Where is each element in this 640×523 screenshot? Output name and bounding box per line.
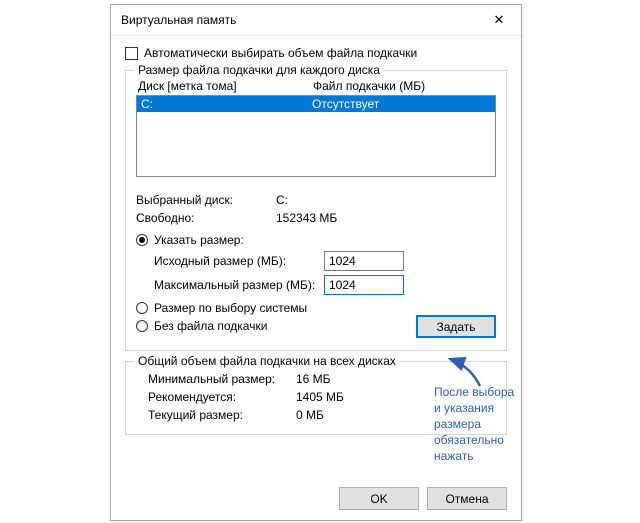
initial-size-label: Исходный размер (МБ): bbox=[154, 254, 324, 268]
virtual-memory-dialog: Виртуальная память ✕ Автоматически выбир… bbox=[110, 4, 522, 521]
cur-size-row: Текущий размер: 0 МБ bbox=[136, 406, 496, 424]
radio-no-paging-input[interactable] bbox=[136, 320, 148, 332]
titlebar: Виртуальная память ✕ bbox=[111, 5, 521, 36]
radio-custom-size-input[interactable] bbox=[136, 234, 148, 246]
selected-drive-row: Выбранный диск: C: bbox=[136, 191, 496, 209]
selected-drive-label: Выбранный диск: bbox=[136, 191, 276, 209]
cur-size-value: 0 МБ bbox=[296, 406, 496, 424]
drive-listbox[interactable]: C: Отсутствует bbox=[136, 95, 496, 177]
set-button[interactable]: Задать bbox=[416, 315, 496, 338]
min-size-value: 16 МБ bbox=[296, 370, 496, 388]
drive-list-headers: Диск [метка тома] Файл подкачки (МБ) bbox=[136, 79, 496, 93]
min-size-row: Минимальный размер: 16 МБ bbox=[136, 370, 496, 388]
radio-custom-size-label: Указать размер: bbox=[154, 233, 244, 247]
cancel-button[interactable]: Отмена bbox=[427, 487, 507, 510]
radio-system-managed-input[interactable] bbox=[136, 302, 148, 314]
rec-size-row: Рекомендуется: 1405 МБ bbox=[136, 388, 496, 406]
per-drive-legend: Размер файла подкачки для каждого диска bbox=[134, 63, 384, 77]
list-item[interactable]: C: Отсутствует bbox=[137, 96, 495, 112]
max-size-row: Максимальный размер (МБ): bbox=[136, 275, 496, 295]
initial-size-row: Исходный размер (МБ): bbox=[136, 251, 496, 271]
radio-no-paging-label: Без файла подкачки bbox=[154, 319, 267, 333]
header-drive: Диск [метка тома] bbox=[138, 79, 313, 93]
free-space-label: Свободно: bbox=[136, 209, 276, 227]
selected-drive-value: C: bbox=[276, 191, 496, 209]
total-legend: Общий объем файла подкачки на всех диска… bbox=[134, 354, 400, 368]
radio-system-managed-label: Размер по выбору системы bbox=[154, 301, 307, 315]
per-drive-group: Размер файла подкачки для каждого диска … bbox=[125, 70, 507, 351]
ok-button[interactable]: OK bbox=[339, 487, 419, 510]
dialog-title: Виртуальная память bbox=[121, 13, 236, 27]
auto-manage-label: Автоматически выбирать объем файла подка… bbox=[144, 46, 417, 60]
header-paging: Файл подкачки (МБ) bbox=[313, 79, 494, 93]
cur-size-label: Текущий размер: bbox=[148, 406, 296, 424]
total-group: Общий объем файла подкачки на всех диска… bbox=[125, 361, 507, 435]
dialog-buttons: OK Отмена bbox=[339, 487, 507, 510]
free-space-row: Свободно: 152343 МБ bbox=[136, 209, 496, 227]
radio-system-managed[interactable]: Размер по выбору системы bbox=[136, 301, 496, 315]
min-size-label: Минимальный размер: bbox=[148, 370, 296, 388]
radio-custom-size[interactable]: Указать размер: bbox=[136, 233, 496, 247]
max-size-label: Максимальный размер (МБ): bbox=[154, 278, 324, 292]
close-icon[interactable]: ✕ bbox=[477, 5, 521, 35]
initial-size-input[interactable] bbox=[324, 251, 404, 271]
free-space-value: 152343 МБ bbox=[276, 209, 496, 227]
list-item-drive: C: bbox=[141, 96, 312, 112]
list-item-paging: Отсутствует bbox=[312, 96, 491, 112]
rec-size-label: Рекомендуется: bbox=[148, 388, 296, 406]
rec-size-value: 1405 МБ bbox=[296, 388, 496, 406]
auto-manage-row[interactable]: Автоматически выбирать объем файла подка… bbox=[125, 46, 507, 60]
max-size-input[interactable] bbox=[324, 275, 404, 295]
auto-manage-checkbox[interactable] bbox=[125, 47, 138, 60]
